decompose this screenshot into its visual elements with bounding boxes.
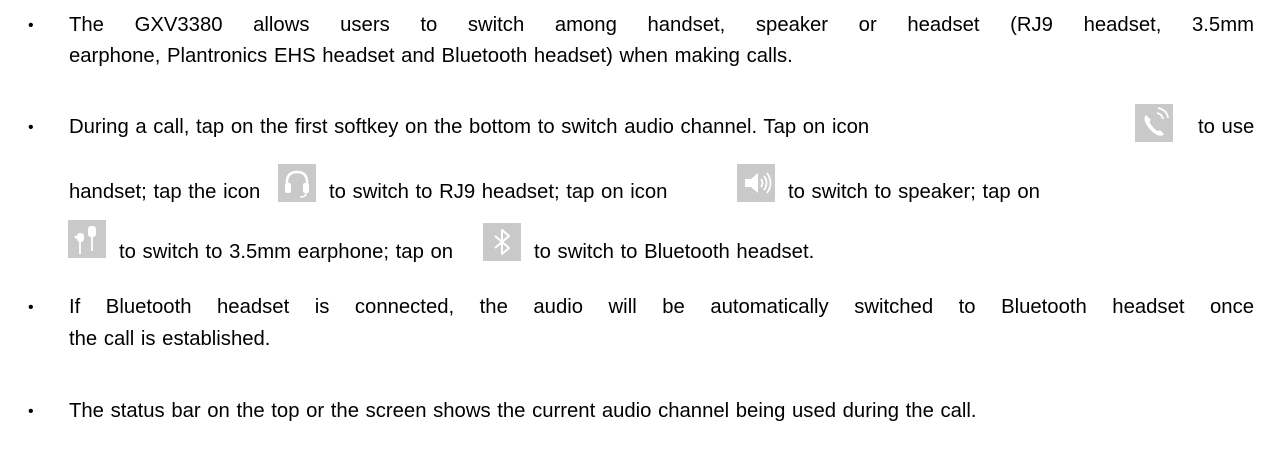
paragraph-line: If Bluetooth headset is connected, the a… xyxy=(69,296,1254,318)
paragraph-line: the call is established. xyxy=(69,328,271,350)
paragraph-line: handset; tap the icon xyxy=(69,181,261,203)
paragraph-line: The status bar on the top or the screen … xyxy=(69,400,977,422)
paragraph-line: to switch to 3.5mm earphone; tap on xyxy=(119,241,454,263)
speaker-icon xyxy=(737,164,775,202)
document-page: • The GXV3380 allows users to switch amo… xyxy=(0,0,1274,469)
bullet-marker: • xyxy=(28,17,34,34)
bluetooth-icon xyxy=(483,223,521,261)
paragraph-line: to switch to speaker; tap on xyxy=(788,181,1040,203)
paragraph-line: earphone, Plantronics EHS headset and Bl… xyxy=(69,45,793,67)
paragraph-line: The GXV3380 allows users to switch among… xyxy=(69,14,1254,36)
bullet-marker: • xyxy=(28,119,34,136)
handset-icon xyxy=(1135,104,1173,142)
headset-icon xyxy=(278,164,316,202)
bullet-marker: • xyxy=(28,299,34,316)
paragraph-line: to switch to RJ9 headset; tap on icon xyxy=(329,181,668,203)
paragraph-line: to switch to Bluetooth headset. xyxy=(534,241,815,263)
bullet-marker: • xyxy=(28,403,34,420)
earphone-icon xyxy=(68,220,106,258)
paragraph-line: During a call, tap on the first softkey … xyxy=(69,116,870,138)
paragraph-line: to use xyxy=(1198,116,1255,138)
